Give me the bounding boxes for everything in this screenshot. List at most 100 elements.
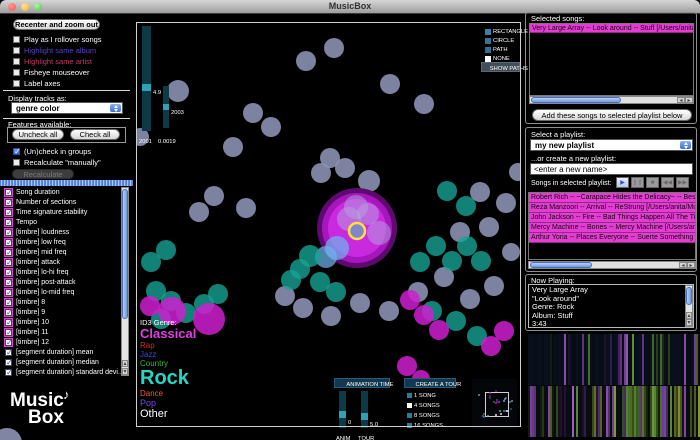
checked-checkbox[interactable] — [5, 228, 13, 237]
feature-number-of-sections[interactable]: Number of sections — [4, 197, 121, 207]
feature-timbre-12[interactable]: [timbre] 12 — [4, 337, 121, 347]
tour-option-1-song[interactable]: 1 SONG — [407, 392, 452, 399]
option-fisheye-mouseover[interactable]: Fisheye mouseover — [13, 68, 89, 77]
scrollbar-thumb[interactable] — [530, 262, 592, 268]
playlist-hscrollbar[interactable]: ◂ ▸ — [528, 261, 696, 269]
checked-checkbox[interactable] — [5, 248, 13, 257]
checked-checkbox[interactable] — [13, 147, 21, 156]
feature-timbre-lo-hi-freq[interactable]: [timbre] lo-hi freq — [4, 267, 121, 277]
selected-songs-list[interactable]: Very Large Array -- Look around -- Stuff… — [529, 23, 694, 96]
playlist-song-row[interactable]: John Jackson -- Fire -- Bad Things Happe… — [529, 213, 695, 223]
checked-checkbox[interactable] — [5, 288, 13, 297]
tour-speed-slider[interactable] — [361, 391, 368, 428]
song-dot[interactable] — [189, 202, 209, 222]
song-dot[interactable] — [502, 243, 520, 261]
song-dot[interactable] — [397, 356, 417, 376]
scrollbar-thumb[interactable] — [686, 287, 692, 305]
scroll-left-arrow[interactable]: ◂ — [677, 97, 685, 104]
song-dot[interactable] — [400, 290, 420, 310]
scrollbar-thumb[interactable] — [531, 97, 621, 103]
checkbox[interactable] — [13, 80, 20, 87]
now-playing-dot[interactable] — [347, 221, 367, 241]
song-dot[interactable] — [208, 284, 228, 304]
feature-song-duration[interactable]: Song duration — [4, 187, 121, 197]
song-dot[interactable] — [293, 298, 313, 318]
checked-checkbox[interactable] — [5, 188, 13, 197]
checked-checkbox[interactable] — [5, 278, 13, 287]
feature-timbre-9[interactable]: [timbre] 9 — [4, 307, 121, 317]
song-dot[interactable] — [223, 137, 243, 157]
song-dot[interactable] — [414, 94, 434, 114]
song-dot[interactable] — [484, 276, 504, 296]
song-dot[interactable] — [321, 306, 341, 326]
feature-segment-duration-mean[interactable]: [segment duration] mean — [4, 347, 121, 357]
tour-option-16-songs[interactable]: 16 SONGS — [407, 422, 464, 429]
tour-option-8-songs[interactable]: 8 SONGS — [407, 412, 458, 419]
song-dot[interactable] — [193, 303, 225, 335]
option-play-as-i-rollover-songs[interactable]: Play as I rollover songs — [13, 35, 102, 44]
scroll-right-arrow[interactable]: ▸ — [685, 97, 693, 104]
song-dot[interactable] — [324, 38, 344, 58]
playlist-song-row[interactable]: Arthur Yoria -- Places Everyone -- Suert… — [529, 233, 695, 243]
song-dot[interactable] — [335, 158, 355, 178]
show-paths-button[interactable]: SHOW PATHS — [481, 62, 528, 72]
song-dot[interactable] — [446, 311, 466, 331]
song-dot[interactable] — [367, 221, 391, 245]
feature-segment-duration-standard-devi[interactable]: [segment duration] standard devi... — [4, 367, 121, 376]
unchecked-checkbox[interactable] — [13, 159, 20, 166]
anim-speed-slider[interactable] — [339, 391, 346, 428]
checked-checkbox[interactable] — [5, 218, 13, 227]
playlist-songs-list[interactable]: Robert Rich -- ~Carapace Hides the Delic… — [528, 192, 696, 260]
overview-minimap[interactable] — [472, 379, 517, 429]
playlist-select[interactable]: my new playlist — [530, 139, 693, 151]
scroll-left-arrow[interactable]: ◂ — [679, 262, 687, 269]
feature-time-signature-stability[interactable]: Time signature stability — [4, 207, 121, 217]
song-dot[interactable] — [481, 336, 501, 356]
song-dot[interactable] — [496, 193, 516, 213]
checked-checkbox[interactable] — [5, 298, 13, 307]
song-dot[interactable] — [456, 196, 476, 216]
feature-timbre-post-attack[interactable]: [timbre] post-attack — [4, 277, 121, 287]
checked-checkbox[interactable] — [5, 208, 13, 217]
checkbox[interactable] — [13, 69, 20, 76]
slider-thumb[interactable] — [339, 411, 346, 418]
x-axis-histogram-bar[interactable] — [163, 86, 169, 128]
feature-timbre-11[interactable]: [timbre] 11 — [4, 327, 121, 337]
feature-timbre-loudness[interactable]: [timbre] loudness — [4, 227, 121, 237]
checked-checkbox[interactable] — [5, 258, 13, 267]
check-all-button[interactable]: Check all — [70, 129, 120, 140]
checkbox[interactable] — [13, 47, 20, 54]
feature-timbre-attack[interactable]: [timbre] attack — [4, 257, 121, 267]
checked-checkbox[interactable] — [5, 308, 13, 317]
song-dot[interactable] — [156, 240, 176, 260]
playlist-song-row[interactable]: Reza Manzoori -- Arrival -- ReStrung [/U… — [529, 203, 695, 213]
scroll-up-arrow[interactable]: ▴ — [686, 312, 692, 319]
song-dot[interactable] — [460, 289, 480, 309]
song-dot[interactable] — [326, 282, 346, 302]
checked-checkbox[interactable] — [5, 318, 13, 327]
song-dot[interactable] — [243, 103, 263, 123]
feature-tempo[interactable]: Tempo — [4, 217, 121, 227]
selected-songs-hscrollbar[interactable]: ◂ ▸ — [529, 96, 694, 104]
scroll-up-arrow[interactable]: ▴ — [122, 360, 128, 367]
checked-checkbox[interactable] — [5, 338, 13, 347]
checkbox[interactable] — [13, 36, 20, 43]
feature-timbre-low-freq[interactable]: [timbre] low freq — [4, 237, 121, 247]
song-dot[interactable] — [442, 251, 462, 271]
new-playlist-name-input[interactable] — [530, 163, 693, 175]
add-to-playlist-button[interactable]: Add these songs to selected playlist bel… — [532, 109, 692, 121]
song-dot[interactable] — [204, 186, 224, 206]
song-dot[interactable] — [457, 236, 477, 256]
selected-song-row[interactable]: Very Large Array -- Look around -- Stuff… — [530, 24, 693, 33]
song-dot[interactable] — [140, 296, 160, 316]
checked-checkbox[interactable] — [5, 358, 13, 367]
option-label-axes[interactable]: Label axes — [13, 79, 60, 88]
feature-list-scrollbar[interactable]: ▴ ▾ — [121, 187, 129, 376]
feature-segment-duration-median[interactable]: [segment duration] median — [4, 357, 121, 367]
feature-timbre-8[interactable]: [timbre] 8 — [4, 297, 121, 307]
checked-checkbox[interactable] — [5, 238, 13, 247]
y-axis-histogram-bar[interactable] — [142, 26, 151, 131]
recalculate-manually-option[interactable]: Recalculate "manually" — [13, 158, 101, 167]
uncheck-all-button[interactable]: Uncheck all — [12, 129, 64, 140]
song-dot[interactable] — [380, 74, 400, 94]
